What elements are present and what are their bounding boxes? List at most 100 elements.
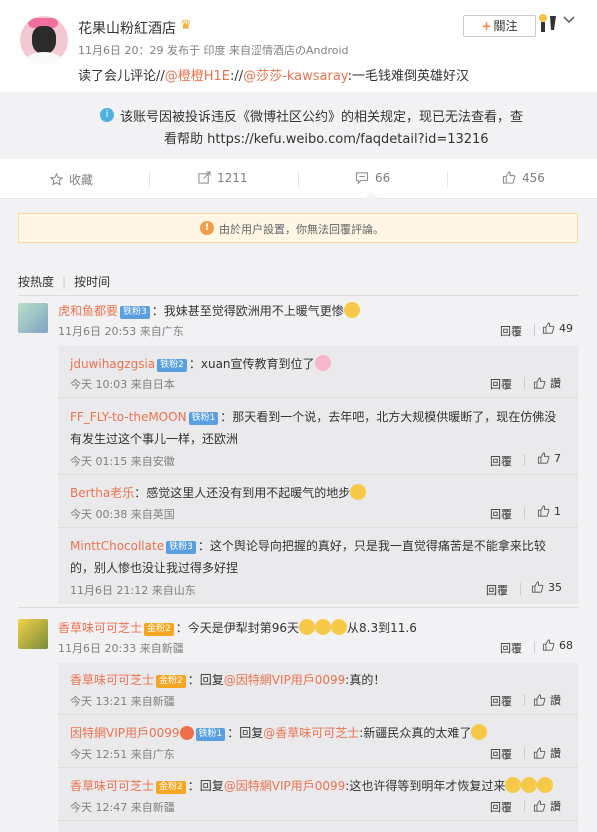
sort-tabs: 按热度 | 按时间 [18,273,110,290]
crying-emoji-icon [521,777,538,793]
crying-emoji-icon [331,619,348,635]
commenter-name[interactable]: Bertha老乐 [70,486,134,500]
divider [58,474,578,475]
comment-meta: 今天 13:21 来自新疆 [70,695,175,708]
mention-link[interactable]: @橙橙H1E [165,69,230,84]
comment-like-button[interactable]: 68 [542,639,573,652]
commenter-name[interactable]: jduwihagzgsia [70,357,155,371]
thumbs-up-icon [542,322,555,334]
tab-sort-hot[interactable]: 按热度 [18,275,54,289]
repost-count: 1211 [217,171,248,185]
thumbs-up-icon [537,505,550,517]
comment-text: ：今天是伊犁封第96天 [175,621,300,635]
mention-link[interactable]: @莎莎-kawsaray [243,69,347,84]
emoji-icon [350,484,367,500]
mention-link[interactable]: @因特網VIP用戶0099 [224,673,346,687]
commenter-name[interactable]: 香草味可可芝士 [58,621,142,635]
commenter-avatar[interactable] [18,303,48,333]
comment-line: 香草味可可芝士 金粉2 ：回复@因特網VIP用戶0099:这也许得等到明年才恢复过来 [70,777,554,794]
crying-emoji-icon [537,777,554,793]
reply-button[interactable]: 回覆 [490,693,512,709]
tab-sort-time[interactable]: 按时间 [74,275,110,289]
chevron-down-icon[interactable] [563,14,575,29]
post-header: 花果山粉紅酒店 ♛ 11月6日 20：29 发布于 印度 来自涩情酒店のAndr… [0,0,597,92]
separator [524,454,525,466]
fan-level-badge: 铁粉2 [157,359,187,372]
divider [58,397,578,398]
active-tab-pointer [364,192,378,199]
comment-like-button[interactable]: 讚 [533,692,561,708]
commenter-name[interactable]: 因特網VIP用戶0099 [70,726,180,740]
like-count: 35 [548,581,562,594]
mention-link[interactable]: @因特網VIP用戶0099 [224,779,346,793]
comment-area: ! 由於用户設置，你無法回覆評論。 按热度 | 按时间 虎和鱼都要 铁粉3 ：我妹甚至觉… [0,199,597,832]
notice-line-1: 该账号因被投诉违反《微博社区公约》的相关规定，现已无法查看，查 [120,110,524,125]
comment-line: 虎和鱼都要 铁粉3 ：我妹甚至觉得欧洲用不上暖气更惨 [58,302,360,319]
info-icon: i [100,108,114,122]
notice-line-2[interactable]: 看帮助 https://kefu.weibo.com/faqdetail?id=… [164,128,489,147]
comment-line: 因特網VIP用戶0099 铁粉1 ：回复@香草味可可芝士:新疆民众真的太难了 [70,724,488,741]
comment-like-button[interactable]: 35 [531,581,562,594]
commenter-avatar[interactable] [18,619,48,649]
avatar-shirt [26,52,62,64]
follow-label: 關注 [493,19,518,33]
post-text: 读了会儿评论//@橙橙H1E://@莎莎-kawsaray:一毛钱难倒英雄好汉 [78,65,469,84]
repost-button[interactable]: 1211 [198,171,248,185]
comment-line: 香草味可可芝士 金粉2 ：今天是伊犁封第96天 从8.3到11.6 [58,619,417,636]
reply-button[interactable]: 回覆 [486,582,508,598]
divider [58,527,578,528]
like-count: 68 [559,639,573,652]
thumbs-up-icon [531,581,544,593]
comment-button[interactable]: 66 [355,171,390,185]
comment-meta: 今天 12:47 来自新疆 [70,801,175,814]
reply-button[interactable]: 回覆 [490,799,512,815]
like-count: 讚 [550,694,561,707]
comment-text: ：回复 [187,779,224,793]
thumbs-up-icon [533,747,546,759]
repost-unavailable-notice: i 该账号因被投诉违反《微博社区公约》的相关规定，现已无法查看，查 看帮助 ht… [0,92,597,159]
follow-button[interactable]: + 關注 [463,15,536,37]
comment-like-button[interactable]: 讚 [533,375,561,391]
fan-level-badge: 铁粉3 [120,306,150,319]
commenter-name[interactable]: 香草味可可芝士 [70,673,154,687]
emoji-icon [314,355,331,371]
comment-line: Bertha老乐：感觉这里人还没有到用不起暖气的地步 [70,484,367,501]
reply-button[interactable]: 回覆 [490,506,512,522]
avatar-face [32,26,56,54]
reply-button[interactable]: 回覆 [490,746,512,762]
separator [520,583,521,595]
comment-text: ：感觉这里人还没有到用不起暖气的地步 [134,486,351,500]
comment-text-after: :新疆民众真的太难了 [359,726,472,740]
reply-disabled-warning: ! 由於用户設置，你無法回覆評論。 [18,213,578,243]
reply-button[interactable]: 回覆 [500,640,522,656]
commenter-name[interactable]: 虎和鱼都要 [58,304,118,318]
comment-like-button[interactable]: 49 [542,322,573,335]
comment-like-button[interactable]: 7 [537,452,561,465]
comment-line: MinttChocollate 铁粉3 ：这个舆论导向把握的真好，只是我一直觉得痛苦… [70,537,546,554]
commenter-name[interactable]: MinttChocollate [70,539,164,553]
reply-button[interactable]: 回覆 [490,453,512,469]
reply-button[interactable]: 回覆 [500,323,522,339]
favorite-button[interactable]: 收藏 [49,171,93,188]
commenter-name[interactable]: FF_FLY-to-theMOON [70,410,187,424]
fan-level-badge: 铁粉1 [188,412,219,425]
like-button[interactable]: 456 [502,171,545,185]
commenter-name[interactable]: 香草味可可芝士 [70,779,154,793]
author-name[interactable]: 花果山粉紅酒店 [78,18,176,38]
comment-like-button[interactable]: 讚 [533,798,561,814]
comment-like-button[interactable]: 1 [537,505,561,518]
comment-line: jduwihagzgsia 铁粉2 ：xuan宣传教育到位了 [70,355,331,372]
action-separator [149,171,150,187]
mention-link[interactable]: @香草味可可芝士 [263,726,359,740]
thumbs-up-icon [537,452,550,464]
divider [18,607,578,608]
comment-like-button[interactable]: 讚 [533,745,561,761]
like-count: 456 [522,171,545,185]
separator [524,694,525,706]
reply-button[interactable]: 回覆 [490,376,512,392]
fan-level-badge: 铁粉3 [166,541,196,554]
comment-text: ：回复 [227,726,264,740]
author-avatar[interactable] [20,16,68,64]
comment-meta: 11月6日 20:53 来自广东 [58,325,184,338]
comment-text: ：我妹甚至觉得欧洲用不上暖气更惨 [151,304,344,318]
